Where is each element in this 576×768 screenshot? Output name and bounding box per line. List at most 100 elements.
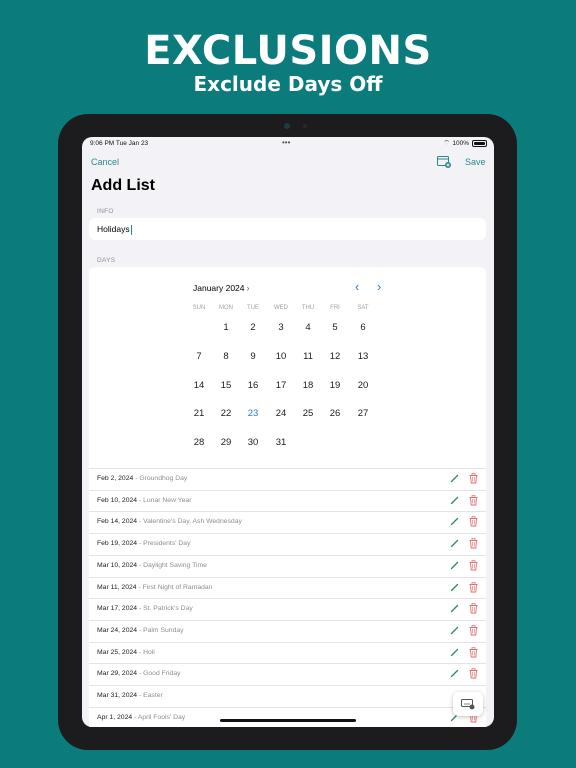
calendar-day[interactable]: 30: [243, 437, 263, 448]
exclusion-name: - Daylight Saving Time: [137, 561, 207, 569]
exclusion-date: Apr 1, 2024: [97, 713, 133, 721]
calendar-day[interactable]: 19: [325, 380, 345, 391]
pencil-icon[interactable]: [450, 517, 459, 526]
trash-icon[interactable]: [469, 538, 478, 549]
calendar-add-icon[interactable]: [437, 155, 451, 168]
weekday-label: FRI: [330, 305, 340, 311]
calendar-day[interactable]: 18: [298, 380, 318, 391]
exclusion-text: Mar 29, 2024 - Good Friday: [97, 670, 181, 677]
calendar-day[interactable]: 28: [189, 437, 209, 448]
wifi-icon: ⌔: [443, 140, 450, 147]
calendar-day[interactable]: 1: [216, 322, 236, 333]
calendar-day[interactable]: 22: [216, 408, 236, 419]
trash-icon[interactable]: [469, 473, 478, 484]
exclusion-text: Mar 11, 2024 - First Night of Ramadan: [97, 584, 212, 591]
exclusion-row[interactable]: Mar 11, 2024 - First Night of Ramadan: [89, 576, 486, 599]
battery-icon: [472, 140, 487, 147]
calendar-day[interactable]: 8: [216, 351, 236, 362]
exclusion-row[interactable]: Mar 29, 2024 - Good Friday: [89, 663, 486, 685]
pencil-icon[interactable]: [450, 669, 459, 678]
previous-month-button[interactable]: ‹: [355, 279, 359, 294]
calendar-day[interactable]: 10: [271, 351, 291, 362]
list-name-value: Holidays: [97, 224, 130, 234]
pencil-icon[interactable]: [450, 626, 459, 635]
pencil-icon[interactable]: [450, 539, 459, 548]
keyboard-toggle-button[interactable]: [453, 692, 483, 716]
exclusion-name: - Groundhog Day: [133, 475, 188, 482]
calendar-day[interactable]: 16: [243, 380, 263, 391]
calendar-day[interactable]: 15: [216, 380, 236, 391]
trash-icon[interactable]: [469, 646, 478, 658]
pencil-icon[interactable]: [450, 496, 459, 505]
exclusion-date: Mar 29, 2024: [97, 670, 138, 678]
calendar-month-label: January 2024: [193, 283, 245, 293]
calendar-day[interactable]: 3: [271, 322, 291, 333]
exclusion-row[interactable]: Mar 25, 2024 - Holi: [89, 641, 486, 664]
days-section-label: DAYS: [97, 257, 116, 264]
cancel-button[interactable]: Cancel: [91, 157, 119, 167]
trash-icon[interactable]: [469, 560, 478, 571]
exclusion-text: Apr 1, 2024 - April Fools' Day: [97, 714, 185, 721]
trash-icon[interactable]: [469, 603, 478, 614]
exclusion-row[interactable]: Feb 19, 2024 - Presidents' Day: [89, 533, 486, 555]
battery-percent: 100%: [452, 140, 469, 147]
chevron-right-icon: ›: [246, 283, 250, 293]
pencil-icon[interactable]: [450, 648, 459, 657]
next-month-button[interactable]: ›: [377, 279, 381, 294]
calendar-month-picker[interactable]: January 2024 ›: [193, 283, 250, 293]
exclusion-row[interactable]: Feb 14, 2024 - Valentine's Day, Ash Wedn…: [89, 511, 486, 533]
calendar-day[interactable]: 6: [353, 322, 373, 333]
calendar-day[interactable]: 4: [298, 322, 318, 333]
exclusion-name: - Good Friday: [137, 670, 181, 678]
status-bar: 9:06 PM Tue Jan 23 ••• ⌔ 100%: [82, 137, 494, 149]
exclusion-row[interactable]: Mar 10, 2024 - Daylight Saving Time: [89, 554, 486, 577]
multitasking-dots-icon[interactable]: •••: [282, 138, 290, 147]
page-title: Add List: [91, 177, 155, 194]
trash-icon[interactable]: [469, 668, 478, 679]
weekday-label: SUN: [192, 305, 206, 311]
list-name-input[interactable]: Holidays: [89, 218, 486, 240]
calendar-day[interactable]: 7: [189, 351, 209, 362]
exclusion-name: - April Fools' Day: [132, 713, 186, 721]
pencil-icon[interactable]: [450, 561, 459, 570]
trash-icon[interactable]: [469, 625, 478, 636]
trash-icon[interactable]: [469, 494, 478, 506]
trash-icon[interactable]: [469, 516, 478, 527]
exclusion-row[interactable]: Mar 31, 2024 - Easter: [89, 685, 486, 707]
calendar-day[interactable]: 12: [325, 351, 345, 362]
calendar-day[interactable]: 25: [298, 408, 318, 419]
calendar-day[interactable]: 13: [353, 351, 373, 362]
exclusion-row[interactable]: Feb 10, 2024 - Lunar New Year: [89, 489, 486, 512]
pencil-icon[interactable]: [450, 583, 459, 592]
exclusion-name: - St. Patrick's Day: [137, 605, 193, 613]
exclusion-name: - Palm Sunday: [137, 626, 184, 634]
calendar-day[interactable]: 29: [216, 437, 236, 448]
exclusion-date: Mar 11, 2024: [97, 583, 137, 591]
home-indicator[interactable]: [220, 719, 356, 722]
calendar-day[interactable]: 21: [189, 408, 209, 419]
exclusion-row[interactable]: Mar 17, 2024 - St. Patrick's Day: [89, 598, 486, 620]
calendar-day[interactable]: 26: [325, 408, 345, 419]
calendar-day[interactable]: 9: [243, 351, 263, 362]
calendar-day[interactable]: 24: [271, 408, 291, 419]
calendar-day-today[interactable]: 23: [243, 408, 263, 419]
calendar-day[interactable]: 27: [353, 408, 373, 419]
exclusion-row[interactable]: Feb 2, 2024 - Groundhog Day: [89, 468, 486, 490]
calendar-day[interactable]: 11: [298, 351, 318, 362]
calendar-day[interactable]: 5: [325, 322, 345, 333]
pencil-icon[interactable]: [450, 474, 459, 483]
calendar-day[interactable]: 31: [271, 437, 291, 448]
pencil-icon[interactable]: [450, 604, 459, 613]
exclusion-row[interactable]: Apr 1, 2024 - April Fools' Day: [89, 706, 486, 727]
save-button[interactable]: Save: [465, 157, 486, 167]
weekday-label: MON: [219, 305, 233, 311]
calendar-day[interactable]: 14: [189, 380, 209, 391]
trash-icon[interactable]: [469, 581, 478, 593]
exclusion-row[interactable]: Mar 24, 2024 - Palm Sunday: [89, 619, 486, 642]
calendar-day[interactable]: 2: [243, 322, 263, 333]
exclusion-text: Mar 31, 2024 - Easter: [97, 692, 163, 699]
calendar-day[interactable]: 20: [353, 380, 373, 391]
exclusion-date: Feb 14, 2024: [97, 518, 138, 526]
calendar-day[interactable]: 17: [271, 380, 291, 391]
exclusion-date: Mar 17, 2024: [97, 605, 138, 613]
